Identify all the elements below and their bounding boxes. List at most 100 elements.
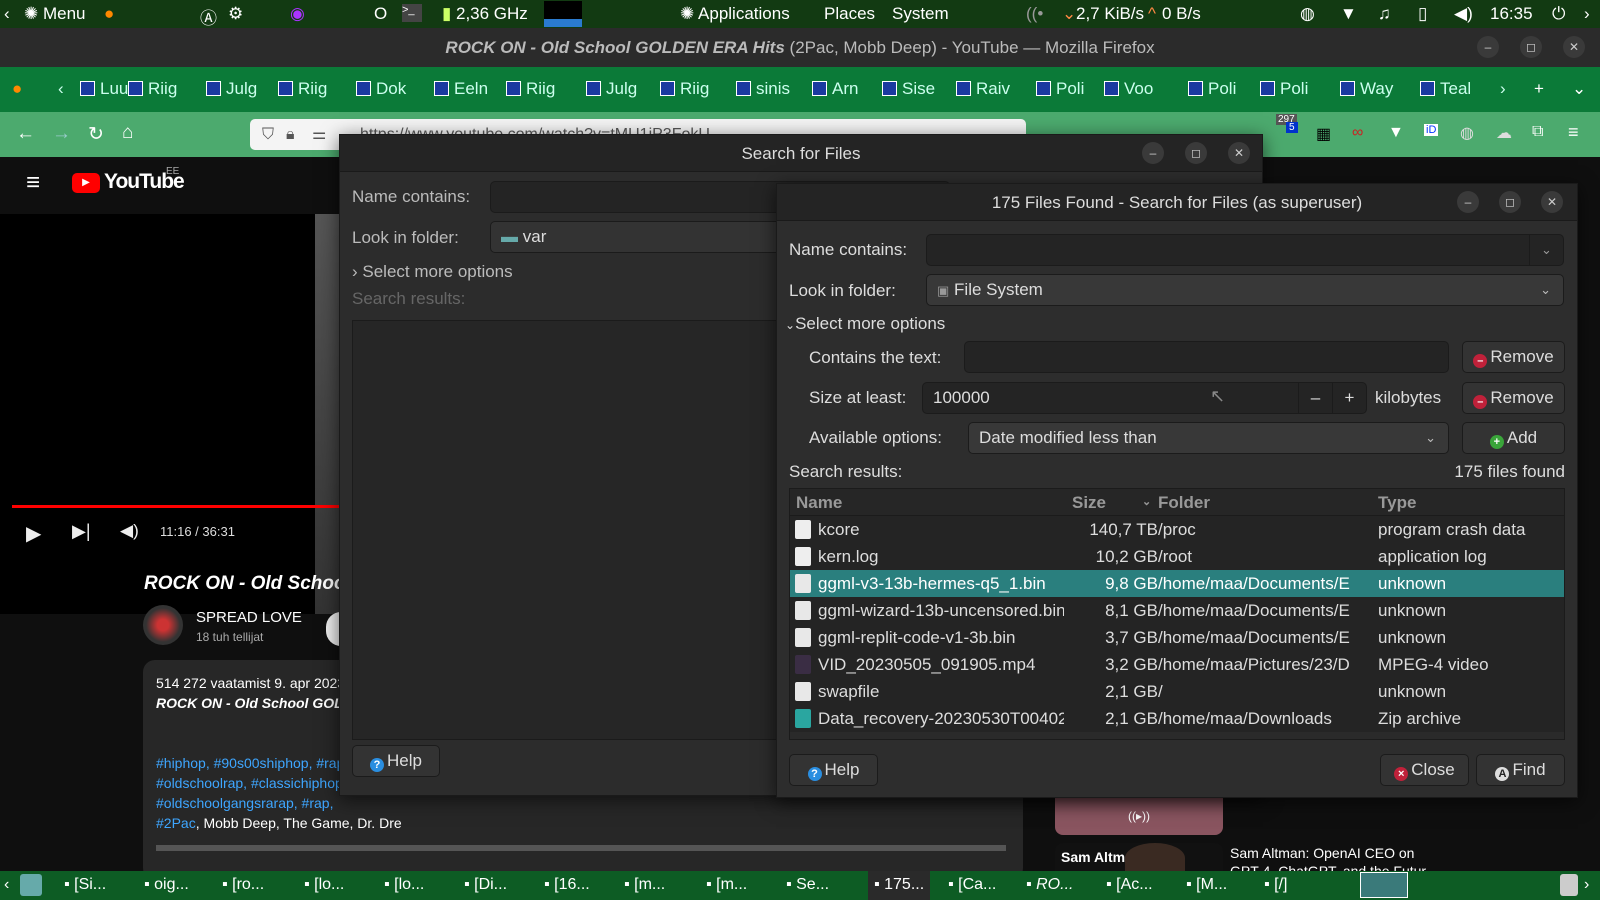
- browser-tab[interactable]: Poli: [1188, 79, 1254, 99]
- table-row[interactable]: ggml-v3-13b-hermes-q5_1.bin 9,8 GB/home/m…: [790, 570, 1564, 597]
- minimize-button[interactable]: –: [1477, 36, 1499, 58]
- browser-tab[interactable]: Riig: [278, 79, 344, 99]
- browser-tab[interactable]: Raiv: [956, 79, 1022, 99]
- system-menu[interactable]: System: [892, 4, 949, 24]
- close-window-button[interactable]: ✕: [1563, 36, 1585, 58]
- maximize-button[interactable]: ◻: [1499, 191, 1521, 213]
- taskbar-item[interactable]: ▪ 175...: [868, 871, 931, 900]
- column-header-size[interactable]: Size: [1072, 489, 1106, 516]
- help-button[interactable]: ? Help: [789, 754, 878, 786]
- next-button[interactable]: ▶|: [72, 521, 91, 542]
- recommendation-title[interactable]: Sam Altman: OpenAI CEO on: [1230, 845, 1414, 861]
- history-dropdown-icon[interactable]: ⌄: [1529, 235, 1563, 265]
- taskbar-scroll-left[interactable]: ‹: [4, 876, 9, 894]
- taskbar-item[interactable]: ▪ [M...: [1186, 876, 1227, 894]
- size-value[interactable]: 100000: [933, 388, 990, 407]
- results-list[interactable]: [352, 320, 792, 740]
- hashtag-2pac[interactable]: #2Pac: [156, 815, 196, 831]
- browser-tab[interactable]: Julg: [586, 79, 652, 99]
- trash-icon[interactable]: [1560, 874, 1578, 896]
- panel-scroll-left[interactable]: ‹: [4, 4, 10, 24]
- results-table[interactable]: Name Size ⌄ Folder Type kcore 140,7 TB/pr…: [789, 488, 1565, 740]
- minimize-button[interactable]: –: [1457, 191, 1479, 213]
- link-extension-icon[interactable]: ∞: [1352, 124, 1363, 142]
- recommendation-thumbnail[interactable]: Sam Altman: [1055, 843, 1223, 873]
- column-header-type[interactable]: Type: [1378, 489, 1416, 516]
- forward-button[interactable]: →: [52, 123, 71, 145]
- back-button[interactable]: ←: [16, 123, 35, 145]
- increment-button[interactable]: +: [1332, 383, 1366, 413]
- recommendation-thumbnail[interactable]: ((▸)): [1055, 797, 1223, 835]
- table-row[interactable]: swapfile 2,1 GB / unknown: [790, 678, 1564, 705]
- wifi-icon[interactable]: ▼: [1340, 4, 1357, 24]
- select-more-options-expander[interactable]: › Select more options: [352, 262, 513, 282]
- channel-name[interactable]: SPREAD LOVE: [196, 609, 302, 626]
- browser-tab[interactable]: Arn: [812, 79, 878, 99]
- available-options-select[interactable]: Date modified less than ⌄: [968, 422, 1449, 454]
- youtube-menu-icon[interactable]: ≡: [26, 169, 40, 197]
- browser-tab[interactable]: Sise: [882, 79, 948, 99]
- browser-tab[interactable]: Teal: [1420, 79, 1486, 99]
- table-row[interactable]: ggml-replit-code-v1-3b.bin 3,7 GB/home/ma…: [790, 624, 1564, 651]
- terminal-icon[interactable]: >_: [402, 4, 422, 22]
- battery-icon[interactable]: ▯: [1418, 4, 1427, 24]
- table-row-partial[interactable]: [790, 732, 1564, 739]
- taskbar-item[interactable]: ▪ [lo...: [304, 876, 344, 894]
- search-tool-icon[interactable]: Ⓐ: [200, 4, 217, 29]
- reload-button[interactable]: ↻: [88, 123, 104, 146]
- description-scrollbar[interactable]: [156, 845, 1006, 851]
- decrement-button[interactable]: –: [1298, 383, 1332, 413]
- contains-text-input[interactable]: [964, 341, 1449, 373]
- browser-tab[interactable]: Riig: [660, 79, 726, 99]
- column-header-name[interactable]: Name: [796, 489, 842, 516]
- remove-text-option-button[interactable]: – Remove: [1462, 341, 1565, 373]
- browser-tab[interactable]: Poli: [1260, 79, 1326, 99]
- minimize-button[interactable]: –: [1142, 142, 1164, 164]
- taskbar-item[interactable]: ▪ [Ac...: [1106, 876, 1153, 894]
- applications-menu[interactable]: ✺ Applications: [680, 4, 790, 24]
- workspace-switcher[interactable]: [1360, 872, 1408, 898]
- taskbar-scroll-right[interactable]: ›: [1584, 876, 1589, 894]
- maximize-button[interactable]: ◻: [1185, 142, 1207, 164]
- cloud-extension-icon[interactable]: ☁: [1496, 123, 1512, 143]
- extensions-icon[interactable]: ⧉: [1532, 123, 1543, 141]
- video-progress-bar[interactable]: [12, 505, 340, 508]
- taskbar-item[interactable]: ▪ [lo...: [384, 876, 424, 894]
- id-extension-icon[interactable]: iD: [1424, 124, 1439, 136]
- taskbar-item[interactable]: ▪ [m...: [706, 876, 747, 894]
- tor-browser-icon[interactable]: ◉: [290, 4, 305, 24]
- find-button[interactable]: A Find: [1476, 754, 1565, 786]
- close-button[interactable]: ✕: [1228, 142, 1250, 164]
- video-player[interactable]: [0, 214, 340, 614]
- browser-tab[interactable]: Poli: [1036, 79, 1102, 99]
- browser-tab[interactable]: Voo: [1104, 79, 1170, 99]
- list-tabs-icon[interactable]: ⌄: [1572, 79, 1592, 99]
- permissions-icon[interactable]: ⚌: [312, 119, 326, 150]
- shield-icon[interactable]: ⛉: [262, 119, 274, 150]
- help-button[interactable]: ? Help: [352, 745, 440, 777]
- select-more-options-expander[interactable]: ⌄Select more options: [785, 314, 945, 334]
- vtr-extension-icon[interactable]: ▦: [1316, 124, 1331, 144]
- taskbar-item[interactable]: ▪ Se...: [786, 876, 829, 894]
- name-contains-input[interactable]: ⌄: [926, 234, 1564, 266]
- globe-extension-icon[interactable]: ◍: [1460, 123, 1474, 143]
- extension-badge-5[interactable]: 5: [1286, 122, 1298, 133]
- add-option-button[interactable]: + Add: [1462, 422, 1565, 454]
- youtube-logo-icon[interactable]: ▶: [72, 173, 100, 193]
- lock-icon[interactable]: 🔒︎: [286, 119, 295, 150]
- play-button[interactable]: ▶: [26, 521, 41, 546]
- hashtags-line[interactable]: #hiphop, #90s00shiphop, #rap: [156, 755, 344, 771]
- settings-gears-icon[interactable]: ⚙: [228, 4, 243, 24]
- new-tab-button[interactable]: +: [1534, 79, 1554, 99]
- hashtags-line[interactable]: #oldschoolgangsrarap, #rap,: [156, 795, 333, 811]
- close-button[interactable]: ✕: [1541, 191, 1563, 213]
- browser-tab[interactable]: Riig: [128, 79, 194, 99]
- notification-bell-icon[interactable]: ♫: [1378, 4, 1391, 24]
- tabs-scroll-left[interactable]: ‹: [58, 79, 78, 99]
- taskbar-item[interactable]: ▪ [/]: [1264, 876, 1287, 894]
- channel-avatar[interactable]: [143, 605, 183, 645]
- panel-scroll-right[interactable]: ›: [1584, 4, 1590, 24]
- power-icon[interactable]: ⏻: [1552, 4, 1565, 24]
- browser-tab[interactable]: sinis: [736, 79, 802, 99]
- column-header-folder[interactable]: Folder: [1158, 489, 1210, 516]
